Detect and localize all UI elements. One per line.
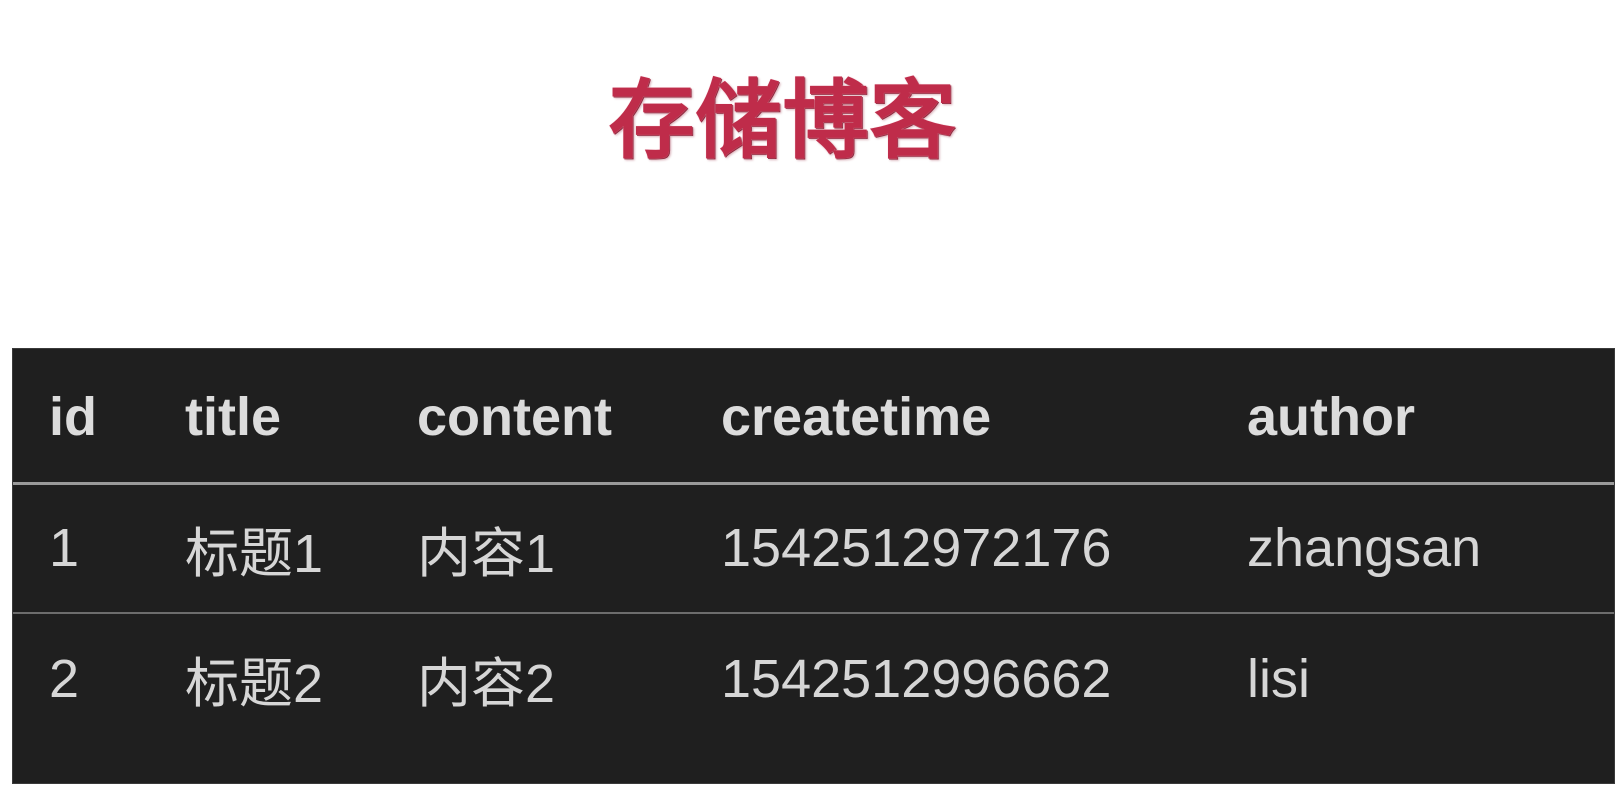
cell-createtime: 1542512972176: [721, 518, 1112, 579]
table-header: id title content createtime author: [13, 349, 1614, 485]
table-row: 2 标题2 内容2 1542512996662 lisi: [13, 612, 1614, 743]
cell-author: zhangsan: [1247, 518, 1482, 579]
cell-content: 内容2: [417, 612, 721, 743]
blog-table-container: id title content createtime author 1 标题1…: [12, 348, 1615, 784]
cell-title: 标题2: [185, 612, 417, 743]
column-header-content: content: [417, 349, 721, 485]
column-header-createtime: createtime: [721, 349, 1247, 485]
table-header-row: id title content createtime author: [13, 349, 1614, 485]
cell-content: 内容1: [417, 523, 556, 584]
cell-id: 1: [49, 518, 80, 579]
column-header-author: author: [1247, 349, 1614, 485]
column-header-id: id: [13, 349, 185, 485]
cell-author: lisi: [1247, 612, 1614, 743]
blog-table: id title content createtime author 1 标题1…: [13, 349, 1614, 743]
cell-title: 标题1: [185, 523, 324, 584]
column-header-title: title: [185, 349, 417, 485]
table-body: 1 标题1 内容1 1542512972176 zhangsan 2 标题2 内…: [13, 483, 1614, 743]
table-row: 1 标题1 内容1 1542512972176 zhangsan: [13, 483, 1614, 613]
page-title: 存储博客: [608, 72, 957, 169]
cell-createtime: 1542512996662: [721, 612, 1247, 743]
cell-id: 2: [13, 612, 185, 743]
